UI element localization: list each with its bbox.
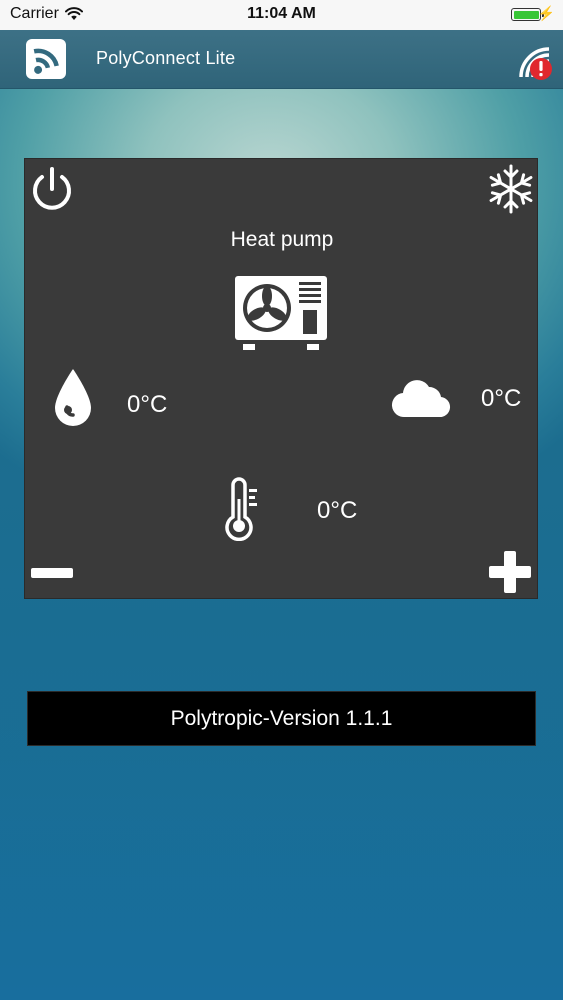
charging-bolt-icon: ⚡ [537,5,555,21]
cloud-icon[interactable] [391,375,451,419]
version-bar[interactable]: Polytropic-Version 1.1.1 [27,691,536,746]
device-label: Heat pump [230,228,334,251]
plus-icon[interactable] [487,549,533,595]
snowflake-icon[interactable] [485,163,537,215]
water-drop-icon[interactable] [51,367,95,429]
heat-pump-unit-icon[interactable] [233,274,329,350]
status-time: 11:04 AM [247,5,316,22]
water-temperature: 0°C [127,391,168,418]
battery-fill [513,10,539,19]
outdoor-temperature: 0°C [481,385,522,412]
battery-icon [511,8,544,21]
indoor-temperature: 0°C [317,497,358,524]
app-title: PolyConnect Lite [96,48,236,68]
connection-warning-icon[interactable] [515,41,555,81]
heat-pump-panel: Heat pump 0°C 0°C 0°C [24,158,538,599]
wifi-signal-logo-icon[interactable] [24,37,68,81]
status-bar: Carrier 11:04 AM ⚡ [0,0,563,30]
minus-icon[interactable] [29,563,75,583]
thermometer-icon[interactable] [221,477,261,541]
nav-bar: PolyConnect Lite [0,30,563,89]
version-label: Polytropic-Version 1.1.1 [170,706,393,730]
power-icon[interactable] [27,165,77,215]
